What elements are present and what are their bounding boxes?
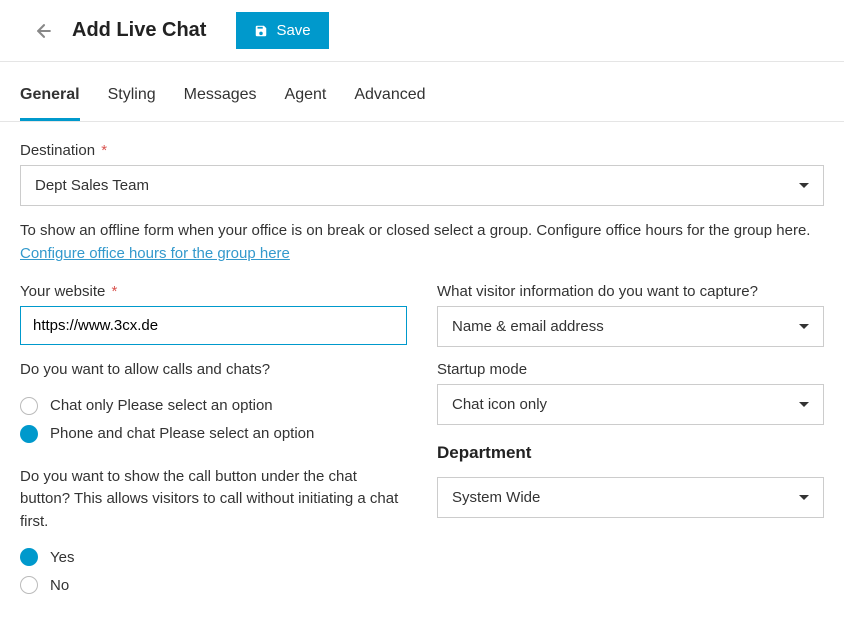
caret-down-icon xyxy=(799,495,809,500)
capture-value: Name & email address xyxy=(452,318,604,335)
destination-select[interactable]: Dept Sales Team xyxy=(20,165,824,206)
website-input[interactable] xyxy=(20,306,407,345)
department-group: System Wide xyxy=(437,477,824,518)
tab-advanced[interactable]: Advanced xyxy=(354,76,425,121)
capture-select[interactable]: Name & email address xyxy=(437,306,824,347)
page-header: Add Live Chat Save xyxy=(0,0,844,62)
save-button-label: Save xyxy=(276,22,310,39)
destination-label: Destination * xyxy=(20,142,824,159)
call-button-question: Do you want to show the call button unde… xyxy=(20,466,407,534)
page-title: Add Live Chat xyxy=(72,19,206,42)
capture-label: What visitor information do you want to … xyxy=(437,283,824,300)
department-value: System Wide xyxy=(452,489,540,506)
caret-down-icon xyxy=(799,183,809,188)
tab-agent[interactable]: Agent xyxy=(285,76,327,121)
caret-down-icon xyxy=(799,402,809,407)
caret-down-icon xyxy=(799,324,809,329)
destination-helper: To show an offline form when your office… xyxy=(20,220,824,265)
required-asterisk: * xyxy=(97,142,107,159)
tab-messages[interactable]: Messages xyxy=(184,76,257,121)
startup-select[interactable]: Chat icon only xyxy=(437,384,824,425)
destination-group: Destination * Dept Sales Team xyxy=(20,142,824,206)
tabs-nav: General Styling Messages Agent Advanced xyxy=(0,76,844,122)
website-label: Your website * xyxy=(20,283,407,300)
allow-calls-question: Do you want to allow calls and chats? xyxy=(20,359,407,382)
radio-phone-and-chat[interactable]: Phone and chat Please select an option xyxy=(20,420,407,448)
allow-calls-group: Do you want to allow calls and chats? Ch… xyxy=(20,359,407,448)
department-heading: Department xyxy=(437,443,824,463)
website-group: Your website * xyxy=(20,283,407,345)
two-column-layout: Your website * Do you want to allow call… xyxy=(20,283,824,599)
radio-icon-unchecked xyxy=(20,397,38,415)
capture-group: What visitor information do you want to … xyxy=(437,283,824,347)
required-asterisk: * xyxy=(107,283,117,300)
radio-phone-and-chat-label: Phone and chat Please select an option xyxy=(50,425,314,442)
configure-hours-link[interactable]: Configure office hours for the group her… xyxy=(20,245,290,262)
radio-call-no-label: No xyxy=(50,577,69,594)
back-button[interactable] xyxy=(30,17,58,45)
startup-value: Chat icon only xyxy=(452,396,547,413)
save-icon xyxy=(254,24,268,38)
right-column: What visitor information do you want to … xyxy=(437,283,824,599)
radio-icon-checked xyxy=(20,548,38,566)
radio-chat-only-label: Chat only Please select an option xyxy=(50,397,273,414)
radio-call-yes[interactable]: Yes xyxy=(20,543,407,571)
startup-group: Startup mode Chat icon only xyxy=(437,361,824,425)
department-select[interactable]: System Wide xyxy=(437,477,824,518)
tab-content-general: Destination * Dept Sales Team To show an… xyxy=(0,122,844,619)
radio-call-yes-label: Yes xyxy=(50,549,74,566)
radio-chat-only[interactable]: Chat only Please select an option xyxy=(20,392,407,420)
tab-styling[interactable]: Styling xyxy=(108,76,156,121)
tab-general[interactable]: General xyxy=(20,76,80,121)
call-button-group: Do you want to show the call button unde… xyxy=(20,466,407,600)
radio-icon-unchecked xyxy=(20,576,38,594)
destination-value: Dept Sales Team xyxy=(35,177,149,194)
radio-icon-checked xyxy=(20,425,38,443)
save-button[interactable]: Save xyxy=(236,12,328,49)
left-column: Your website * Do you want to allow call… xyxy=(20,283,407,599)
startup-label: Startup mode xyxy=(437,361,824,378)
arrow-left-icon xyxy=(34,21,54,41)
